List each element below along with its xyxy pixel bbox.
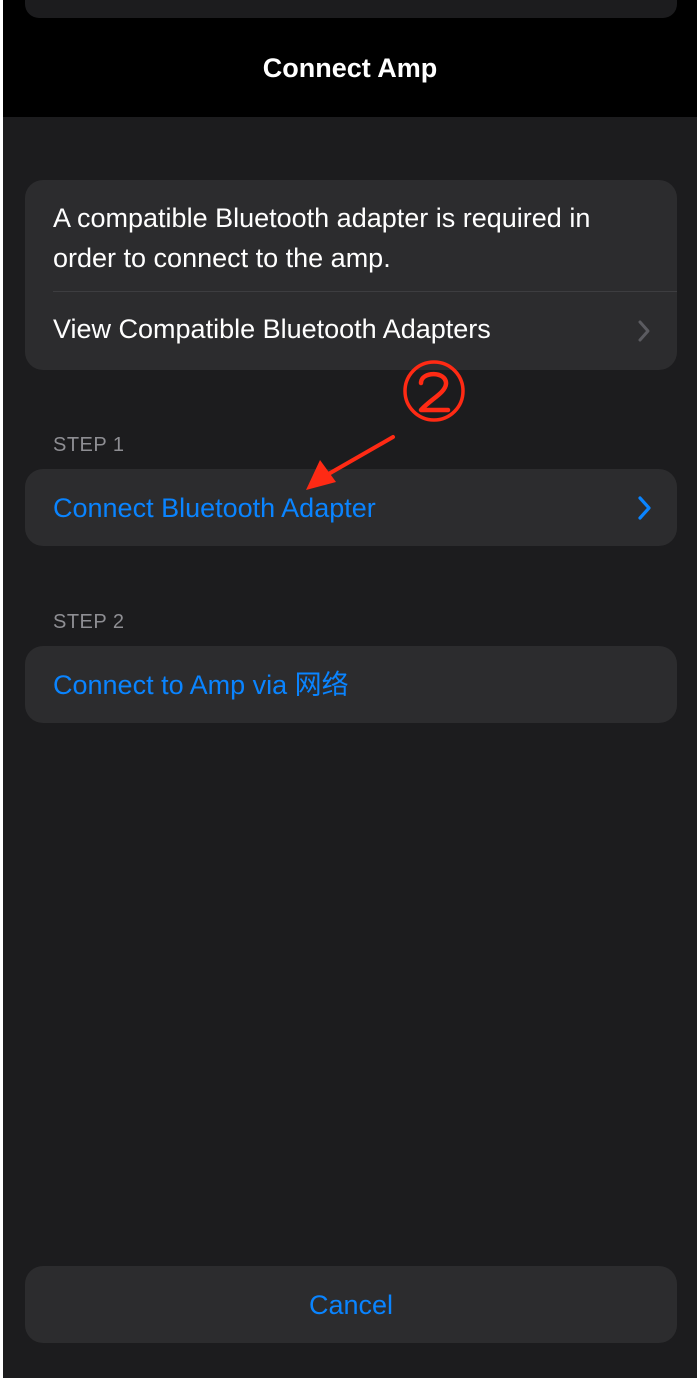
step1-header: STEP 1 [53, 434, 125, 456]
connect-to-amp-row[interactable]: Connect to Amp via 网络 [25, 646, 677, 723]
connect-to-amp-label: Connect to Amp via 网络 [53, 670, 349, 700]
chevron-right-icon [638, 496, 651, 520]
red-arrow-icon [306, 435, 395, 490]
cancel-label: Cancel [308, 1290, 394, 1320]
chevron-right-icon [638, 320, 650, 342]
cancel-button[interactable]: Cancel [25, 1266, 677, 1343]
sheet-grabber [25, 0, 677, 18]
view-compatible-adapters-row[interactable]: View Compatible Bluetooth Adapters [25, 292, 677, 370]
view-compatible-adapters-label: View Compatible Bluetooth Adapters [53, 314, 491, 344]
info-card: A compatible Bluetooth adapter is requir… [25, 180, 677, 370]
header-bar: Connect Amp [3, 0, 697, 117]
connect-amp-screen: Connect Amp A compatible Bluetooth adapt… [3, 0, 697, 1378]
info-description: A compatible Bluetooth adapter is requir… [53, 203, 591, 273]
step-number-annotation [403, 360, 465, 422]
page-title: Connect Amp [262, 53, 438, 83]
step2-header: STEP 2 [53, 611, 125, 633]
